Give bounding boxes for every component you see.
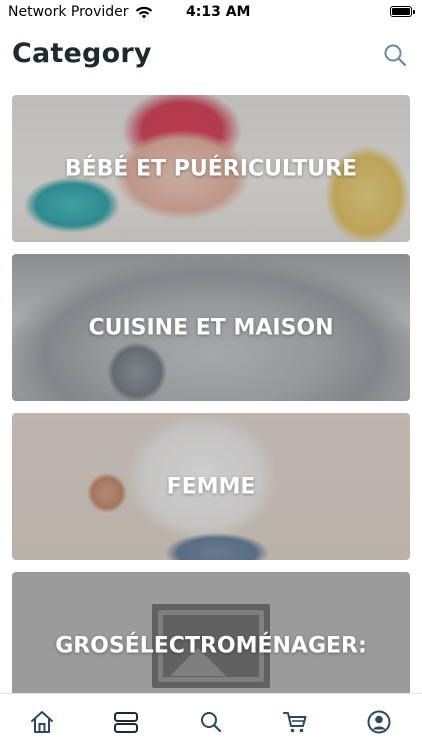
bottom-tab-bar [0, 693, 422, 750]
home-icon [31, 711, 53, 733]
search-icon [201, 712, 222, 733]
tab-cart[interactable] [279, 706, 311, 738]
tab-home[interactable] [26, 706, 58, 738]
category-icon [114, 712, 138, 733]
carrier-label: Network Provider [8, 4, 129, 20]
battery-icon [390, 6, 412, 17]
search-button[interactable] [382, 42, 408, 68]
category-label: FEMME [166, 474, 256, 499]
category-card-bebe[interactable]: BÉBÉ ET PUÉRICULTURE [12, 95, 410, 242]
search-icon [384, 44, 407, 67]
category-label: BÉBÉ ET PUÉRICULTURE [64, 156, 358, 181]
tab-search[interactable] [195, 706, 227, 738]
status-bar: Network Provider 4:13 AM [0, 0, 422, 26]
cart-icon [283, 712, 307, 733]
category-label: GROSÉLECTROMÉNAGER: [55, 633, 367, 658]
status-time: 4:13 AM [186, 4, 251, 20]
profile-icon [367, 710, 391, 734]
wifi-icon [135, 6, 152, 18]
tab-categories[interactable] [110, 706, 142, 738]
category-card-femme[interactable]: FEMME [12, 413, 410, 560]
header: Category [0, 26, 422, 88]
category-card-cuisine[interactable]: CUISINE ET MAISON [12, 254, 410, 401]
category-label: CUISINE ET MAISON [88, 315, 334, 340]
tab-profile[interactable] [363, 706, 395, 738]
status-left: Network Provider [8, 4, 153, 20]
battery-tip [413, 10, 415, 14]
page-title: Category [12, 38, 152, 69]
category-list: BÉBÉ ET PUÉRICULTURE CUISINE ET MAISON F… [12, 95, 410, 731]
